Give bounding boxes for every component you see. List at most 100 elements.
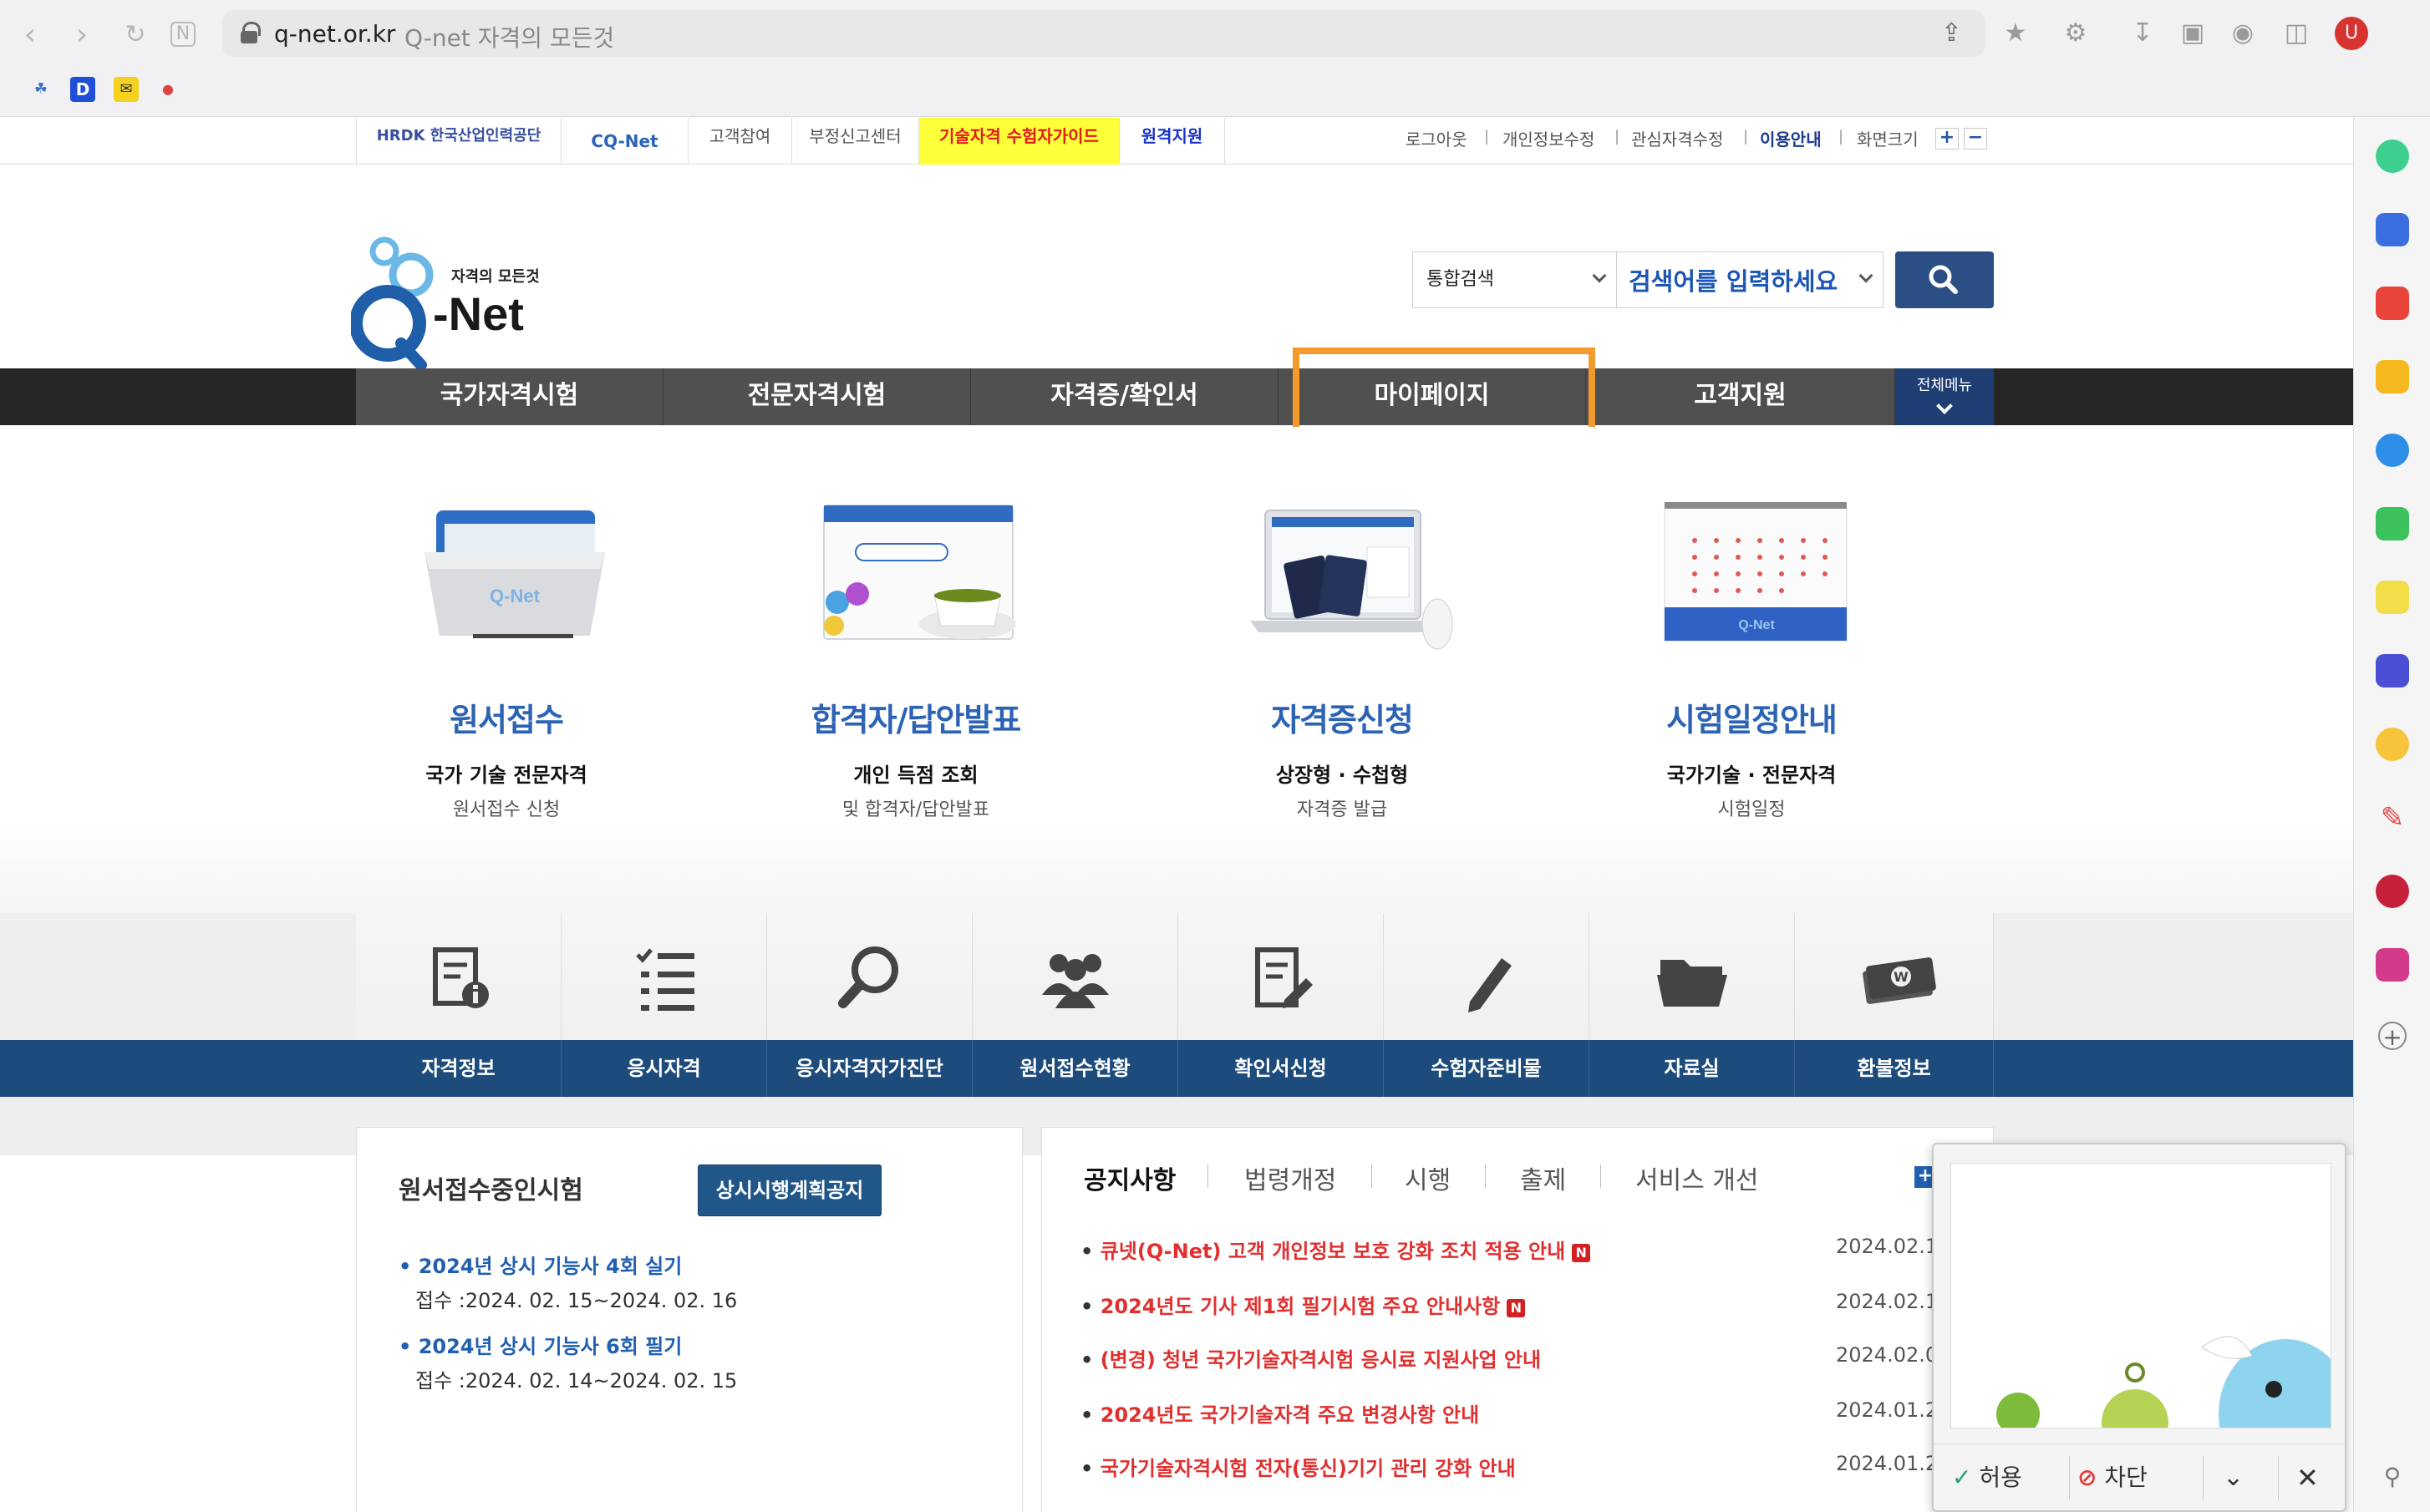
quick-archive[interactable]: 자료실: [1589, 913, 1795, 1097]
notice-item[interactable]: 2024년도 국가기술자격 주요 변경사항 안내: [1080, 1398, 1480, 1428]
quick-qualification-info[interactable]: 자격정보: [356, 913, 562, 1097]
exam-name[interactable]: 2024년 상시 기능사 4회 실기: [399, 1250, 737, 1279]
pocket-icon[interactable]: [2376, 287, 2409, 320]
star-app-icon[interactable]: [2376, 360, 2409, 393]
instagram-icon[interactable]: [2376, 948, 2409, 982]
usage-guide-link[interactable]: 이용안내: [1760, 126, 1822, 150]
feature-application[interactable]: Q-Net 원서접수 국가 기술 전문자격 원서접수 신청: [323, 477, 690, 821]
allow-button[interactable]: ✓ 허용: [1952, 1444, 2022, 1511]
svg-text:Q-Net: Q-Net: [490, 586, 541, 606]
quick-application-status[interactable]: 원서접수현황: [973, 913, 1178, 1097]
app-circle-icon[interactable]: [2376, 875, 2409, 908]
notice-date: 2024.02.1: [1836, 1290, 1939, 1313]
close-button[interactable]: ✕: [2296, 1444, 2319, 1511]
extensions-icon[interactable]: ⚙: [2059, 17, 2092, 50]
back-icon[interactable]: ‹: [12, 17, 48, 53]
pin-icon[interactable]: ⚲: [2376, 1463, 2409, 1496]
notice-item[interactable]: (변경) 청년 국가기술자격시험 응시료 지원사업 안내: [1080, 1343, 1541, 1372]
search-button[interactable]: [1895, 251, 1994, 308]
quick-refund-info[interactable]: W 환불정보: [1795, 913, 1994, 1097]
edit-profile-link[interactable]: 개인정보수정: [1502, 126, 1594, 150]
nav-certificate[interactable]: 자격증/확인서: [971, 368, 1279, 425]
block-button[interactable]: ⊘ 차단: [2077, 1444, 2148, 1511]
share-icon[interactable]: ⇪: [1941, 18, 1962, 48]
quick-label: 응시자격: [562, 1040, 767, 1097]
quick-eligibility[interactable]: 응시자격: [562, 913, 767, 1097]
nav-national-exam[interactable]: 국가자격시험: [356, 368, 663, 425]
chevron-down-icon: [1858, 268, 1873, 283]
reader-icon[interactable]: N: [170, 22, 196, 47]
quick-exam-supplies[interactable]: 수험자준비물: [1384, 913, 1589, 1097]
briefcase-icon[interactable]: [2376, 213, 2409, 246]
notice-item[interactable]: 국가기술자격시험 전자(통신)기기 관리 강화 안내: [1080, 1452, 1516, 1481]
nav-customer-support[interactable]: 고객지원: [1586, 368, 1895, 425]
feature-subtitle: 개인 득점 조회: [853, 764, 979, 787]
sidebar-toggle-icon[interactable]: ◫: [2280, 17, 2313, 50]
logo-name: -Net: [433, 287, 524, 340]
edge-app-icon[interactable]: [2376, 434, 2409, 467]
favorites-icon[interactable]: ★: [1999, 17, 2032, 50]
notice-title: 2024년도 기사 제1회 필기시험 주요 안내사항: [1100, 1295, 1501, 1318]
draw-icon[interactable]: ✎: [2376, 801, 2409, 835]
report-center-link[interactable]: 부정신고센터: [792, 118, 919, 165]
reload-icon[interactable]: ↻: [117, 17, 154, 53]
utility-bar: HRDK 한국산업인력공단 CQ-Net 고객참여 부정신고센터 기술자격 수험…: [0, 118, 2353, 165]
exam-item[interactable]: 2024년 상시 기능사 6회 필기 접수 :2024. 02. 14~2024…: [399, 1330, 737, 1393]
regular-schedule-notice-button[interactable]: 상시시행계획공지: [698, 1164, 882, 1216]
notice-item[interactable]: 큐넷(Q-Net) 고객 개인정보 보호 강화 조치 적용 안내 N: [1080, 1235, 1591, 1264]
bookmark-1-icon[interactable]: ☘: [28, 77, 53, 102]
notes-icon[interactable]: [2376, 581, 2409, 614]
tab-notice[interactable]: 공지사항: [1084, 1159, 1176, 1196]
zoom-in-button[interactable]: +: [1935, 128, 1959, 150]
capture-icon[interactable]: ▣: [2176, 17, 2209, 50]
quick-self-diagnosis[interactable]: 응시자격자가진단: [767, 913, 973, 1097]
feature-results[interactable]: 합격자/답안발표 개인 득점 조회 및 합격자/답안발표: [732, 477, 1100, 821]
hrdk-link[interactable]: HRDK 한국산업인력공단: [356, 118, 562, 165]
address-bar[interactable]: q-net.or.kr Q-net 자격의 모든것 ⇪: [222, 10, 1985, 57]
camera-app-icon[interactable]: [2376, 654, 2409, 688]
profile-avatar[interactable]: U: [2335, 17, 2368, 50]
check-icon: ✓: [1952, 1464, 1972, 1491]
remote-support-link[interactable]: 원격지원: [1120, 118, 1225, 165]
nav-professional-exam[interactable]: 전문자격시험: [663, 368, 971, 425]
download-icon[interactable]: ↧: [2126, 17, 2159, 50]
folder-illustration: Q-Net: [381, 477, 632, 661]
customer-participation-link[interactable]: 고객참여: [689, 118, 792, 165]
notice-item[interactable]: 2024년도 기사 제1회 필기시험 주요 안내사항 N: [1080, 1290, 1526, 1319]
allow-label: 허용: [1979, 1464, 2022, 1491]
separator: [1207, 1164, 1208, 1188]
add-app-icon[interactable]: +: [2378, 1022, 2407, 1051]
feature-desc: 및 합격자/답안발표: [841, 799, 990, 820]
quick-confirmation-request[interactable]: 확인서신청: [1178, 913, 1384, 1097]
webtoon-icon[interactable]: [2376, 507, 2409, 540]
bookmark-d-icon[interactable]: D: [70, 77, 95, 102]
tab-service-improvement[interactable]: 서비스 개선: [1635, 1159, 1759, 1196]
screenshot-icon[interactable]: ◉: [2226, 17, 2260, 50]
chevron-down-icon: [1592, 268, 1607, 283]
emoji-icon[interactable]: [2376, 728, 2409, 761]
zoom-out-button[interactable]: −: [1964, 128, 1987, 150]
search-input[interactable]: 검색어를 입력하세요: [1616, 251, 1884, 308]
examinee-guide-link[interactable]: 기술자격 수험자가이드: [919, 118, 1120, 165]
all-menu-button[interactable]: 전체메뉴: [1895, 368, 1994, 425]
tab-questions[interactable]: 출제: [1520, 1159, 1566, 1196]
copilot-icon[interactable]: [2376, 140, 2409, 173]
feature-subtitle: 상장형 · 수첩형: [1275, 764, 1409, 787]
interest-qualifications-link[interactable]: 관심자격수정: [1631, 126, 1723, 150]
mail-bookmark-icon[interactable]: ✉: [114, 77, 139, 102]
feature-title: 합격자/답안발표: [811, 702, 1022, 738]
feature-certificate[interactable]: 자격증신청 상장형 · 수첩형 자격증 발급: [1158, 477, 1526, 821]
tab-law-revision[interactable]: 법령개정: [1244, 1159, 1336, 1196]
logout-link[interactable]: 로그아웃: [1406, 126, 1467, 150]
feature-schedule[interactable]: Q-Net 시험일정안내 국가기술 · 전문자격 시험일정: [1568, 477, 1935, 821]
bookmark-dots-icon[interactable]: ●: [155, 77, 180, 102]
feature-desc: 자격증 발급: [1296, 799, 1388, 820]
exam-name[interactable]: 2024년 상시 기능사 6회 필기: [399, 1330, 737, 1359]
forward-icon[interactable]: ›: [64, 17, 100, 53]
exam-item[interactable]: 2024년 상시 기능사 4회 실기 접수 :2024. 02. 15~2024…: [399, 1250, 737, 1313]
tab-implementation[interactable]: 시행: [1405, 1159, 1451, 1196]
search-scope-select[interactable]: 통합검색: [1412, 251, 1616, 308]
divider: [2069, 1456, 2070, 1499]
expand-button[interactable]: ⌄: [2223, 1444, 2244, 1511]
cqnet-link[interactable]: CQ-Net: [562, 118, 689, 165]
